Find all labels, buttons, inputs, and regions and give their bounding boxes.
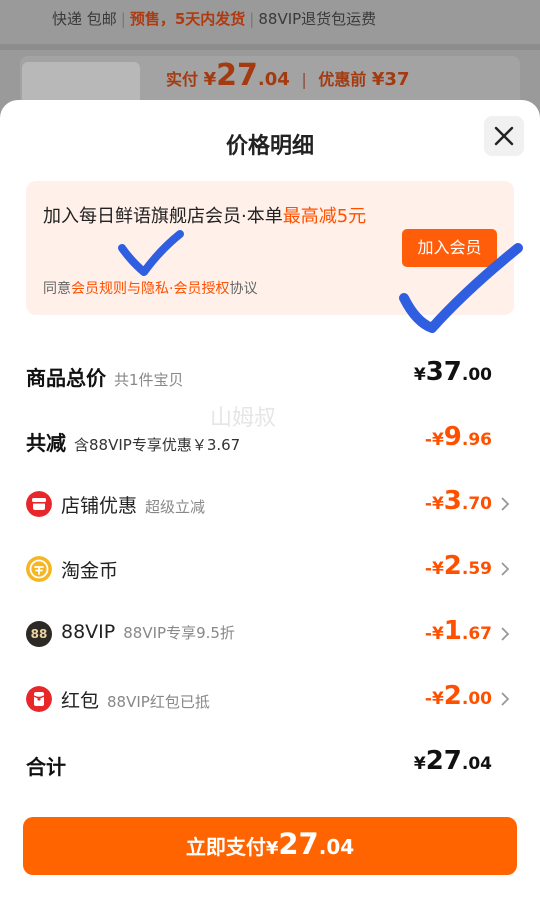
- presale-text: 预售，5天内发货: [129, 10, 246, 28]
- close-button[interactable]: [484, 116, 524, 156]
- chevron-right-icon: [501, 497, 510, 511]
- row-sum: 合计 ¥27.04: [26, 744, 514, 784]
- shop-discount-label: 店铺优惠 超级立减: [61, 495, 206, 517]
- paid-int: 27: [216, 58, 258, 93]
- pay-now-button[interactable]: 立即支付¥27.04: [23, 817, 517, 875]
- row-shop-discount[interactable]: 店铺优惠 超级立减 -¥3.70: [26, 484, 514, 524]
- row-88vip[interactable]: 88 88VIP 88VIP专享9.5折 -¥1.67: [26, 614, 514, 654]
- red-packet-icon: [26, 686, 52, 712]
- before-value: ¥37: [371, 69, 410, 90]
- red-packet-label: 红包 88VIP红包已抵: [61, 690, 210, 712]
- reduce-note: 含88VIP专享优惠￥3.67: [74, 436, 241, 454]
- red-packet-sub: 88VIP红包已抵: [107, 693, 210, 711]
- sum-amount: ¥27.04: [413, 746, 492, 776]
- check-mark-icon: [118, 230, 184, 276]
- pay-int: 27: [278, 827, 319, 861]
- chevron-right-icon: [501, 562, 510, 576]
- sheet-title: 价格明细: [225, 134, 314, 159]
- vip-sub: 88VIP专享9.5折: [123, 624, 235, 642]
- red-packet-amount: -¥2.00: [424, 681, 492, 711]
- vip-88-icon: 88: [26, 621, 52, 647]
- paid-label: 实付: [166, 70, 199, 89]
- chevron-right-icon: [501, 692, 510, 706]
- promo-highlight: 最高减5元: [282, 206, 367, 227]
- chevron-right-icon: [501, 627, 510, 641]
- vip-amount: -¥1.67: [424, 616, 492, 646]
- taojinbi-amount: -¥2.59: [424, 551, 492, 581]
- taojinbi-label: 淘金币: [61, 560, 119, 582]
- paid-currency: ¥: [203, 69, 217, 90]
- shop-discount-sub: 超级立减: [145, 498, 206, 516]
- close-icon: [494, 126, 514, 146]
- sum-label: 合计: [26, 755, 66, 779]
- total-reduce-amount: -¥9.96: [424, 422, 492, 452]
- check-mark-icon-large: [399, 243, 523, 333]
- vip-return-note: 88VIP退货包运费: [258, 10, 377, 28]
- coin-icon: [26, 556, 52, 582]
- agree-suffix: 协议: [229, 281, 258, 297]
- row-taojinbi[interactable]: 淘金币 -¥2.59: [26, 549, 514, 589]
- shop-icon: [26, 491, 52, 517]
- promo-agreement: 同意会员规则与隐私·会员授权协议: [43, 278, 257, 298]
- row-red-packet[interactable]: 红包 88VIP红包已抵 -¥2.00: [26, 679, 514, 719]
- total-price-label: 商品总价 共1件宝贝: [26, 366, 184, 390]
- pay-currency: ¥: [265, 838, 279, 859]
- shipping-info: 快递 包邮 | 预售，5天内发货 | 88VIP退货包运费: [52, 10, 377, 28]
- before-label: 优惠前: [318, 70, 367, 89]
- vip-label: 88VIP 88VIP专享9.5折: [61, 621, 235, 643]
- price-detail-sheet: 价格明细 加入每日鲜语旗舰店会员·本单最高减5元 同意会员规则与隐私·会员授权协…: [0, 100, 540, 897]
- item-count: 共1件宝贝: [114, 371, 184, 389]
- row-total-reduce: 共减 含88VIP专享优惠￥3.67 -¥9.96: [26, 420, 514, 460]
- paid-dec: .04: [257, 69, 290, 90]
- agreement-link[interactable]: 会员规则与隐私·会员授权: [71, 281, 229, 297]
- agree-prefix: 同意: [43, 281, 71, 297]
- shipping-text: 快递 包邮: [52, 10, 117, 28]
- background-price: 实付 ¥27.04 | 优惠前 ¥37: [166, 58, 410, 93]
- promo-main-text: 加入每日鲜语旗舰店会员·本单: [43, 206, 283, 227]
- background-divider: [0, 44, 540, 50]
- total-price-amount: ¥37.00: [413, 357, 492, 387]
- total-reduce-label: 共减 含88VIP专享优惠￥3.67: [26, 431, 241, 455]
- row-total-price: 商品总价 共1件宝贝 ¥37.00: [26, 355, 514, 395]
- pay-dec: .04: [318, 835, 355, 859]
- promo-text: 加入每日鲜语旗舰店会员·本单最高减5元: [43, 201, 373, 232]
- pay-label: 立即支付: [185, 835, 266, 859]
- shop-discount-amount: -¥3.70: [424, 486, 492, 516]
